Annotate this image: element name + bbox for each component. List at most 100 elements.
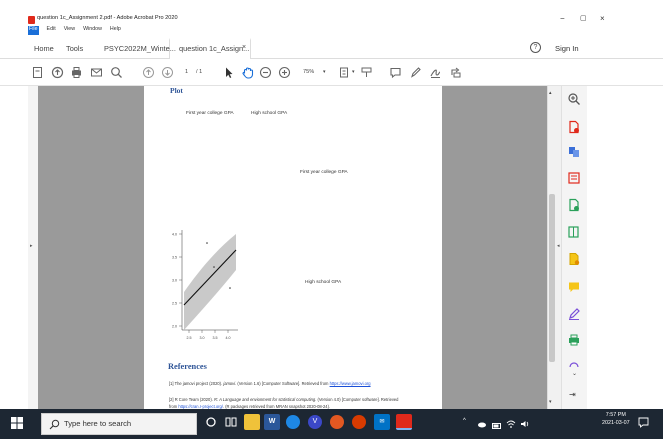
y-tick-label: 3.0 (172, 279, 177, 283)
menu-edit[interactable]: Edit (47, 26, 56, 35)
chevron-down-icon[interactable]: ▾ (323, 69, 326, 75)
x-tick-label: 4.0 (226, 336, 231, 340)
reference-1-text: [1] The jamovi project (2020). (169, 381, 223, 386)
matrix-diagonal-label-high-school-gpa: High school GPA (305, 280, 342, 285)
acrobat-app-icon (28, 16, 35, 24)
print-production-icon[interactable] (567, 333, 581, 347)
save-icon[interactable] (31, 66, 44, 79)
taskbar-clock[interactable]: 7:57 PM 2021-03-07 (602, 411, 630, 427)
edge-browser-icon[interactable] (286, 415, 300, 429)
close-window-button[interactable]: × (600, 14, 605, 23)
matrix-column-label-high-school-gpa: High school GPA (251, 111, 288, 116)
zoom-level-select[interactable]: 75% (303, 69, 314, 75)
file-explorer-icon[interactable] (244, 414, 260, 430)
print-icon[interactable] (70, 66, 83, 79)
reference-2-line-1: [2] R Core Team (2020). R: A Language an… (169, 397, 398, 402)
browser-app-icon[interactable] (352, 415, 366, 429)
tab-home[interactable]: Home (34, 44, 54, 53)
sign-in-link[interactable]: Sign In (555, 44, 579, 53)
cortana-icon[interactable] (203, 414, 219, 430)
scatter-plot-with-regression: 4.0 3.5 3.0 2.5 2.0 2.5 3.0 3.5 4.0 (172, 230, 238, 340)
menu-help[interactable]: Help (110, 26, 121, 35)
help-icon[interactable]: ? (530, 42, 541, 53)
combine-files-icon[interactable] (567, 145, 581, 159)
email-icon[interactable] (90, 66, 103, 79)
maximize-button[interactable]: ▢ (580, 14, 587, 22)
scroll-up-icon[interactable]: ▴ (549, 90, 552, 96)
zoom-icon[interactable] (567, 92, 581, 106)
data-point (206, 242, 208, 244)
upload-cloud-icon[interactable] (51, 66, 64, 79)
scroll-mode-icon[interactable] (360, 66, 373, 79)
comment-icon[interactable] (389, 66, 402, 79)
export-pdf-icon[interactable] (567, 225, 581, 239)
zoom-in-icon[interactable] (278, 66, 291, 79)
reference-2-title: R: A Language and envionment for statist… (213, 397, 317, 402)
minimize-button[interactable]: − (560, 14, 565, 23)
clock-date: 2021-03-07 (602, 420, 630, 426)
x-tick-label: 2.5 (187, 336, 192, 340)
menu-bar: File Edit View Window Help (28, 26, 121, 35)
next-page-icon[interactable] (161, 66, 174, 79)
edit-pdf-icon[interactable] (567, 198, 581, 212)
hand-tool-icon[interactable] (241, 66, 254, 79)
cloud-icon[interactable] (477, 416, 487, 434)
word-icon[interactable]: W (264, 414, 280, 430)
select-cursor-icon[interactable] (222, 66, 235, 79)
pen-icon[interactable] (409, 66, 422, 79)
x-tick-label: 3.5 (213, 336, 218, 340)
collapse-panel-icon[interactable]: ⇥ (569, 390, 576, 399)
volume-icon[interactable] (520, 416, 530, 434)
close-tab-icon[interactable]: × (242, 44, 246, 51)
fit-page-icon[interactable] (338, 66, 351, 79)
battery-icon[interactable] (492, 417, 502, 435)
tab-document-psyc2022m[interactable]: PSYC2022M_Winte... (104, 44, 176, 53)
reference-1-title: jamovi. (223, 381, 237, 386)
reference-1-text: (Version 1.6) [Computer Software]. Retri… (237, 381, 329, 386)
tab-document-question-1c[interactable]: question 1c_Assign... (179, 44, 249, 53)
confidence-band (184, 234, 236, 330)
menu-file[interactable]: File (28, 26, 39, 35)
matrix-column-label-first-year-college-gpa: First year college GPA (186, 111, 234, 116)
share-icon[interactable] (449, 66, 462, 79)
search-icon[interactable] (110, 66, 123, 79)
scroll-down-icon[interactable]: ▾ (549, 399, 552, 405)
organize-pages-icon[interactable] (567, 171, 581, 185)
firefox-icon[interactable] (330, 415, 344, 429)
notification-center-icon[interactable] (638, 415, 649, 433)
page-count: / 1 (196, 69, 203, 75)
create-pdf-icon[interactable] (567, 120, 581, 134)
wifi-icon[interactable] (506, 416, 516, 434)
taskbar-search-placeholder: Type here to search (64, 419, 132, 428)
scrollbar-thumb[interactable] (549, 194, 555, 362)
data-point (213, 266, 215, 268)
tab-tools[interactable]: Tools (66, 44, 83, 53)
previous-page-icon[interactable] (142, 66, 155, 79)
signature-tool-icon[interactable] (567, 307, 581, 321)
task-view-icon[interactable] (223, 414, 239, 430)
signature-icon[interactable] (429, 66, 442, 79)
expand-left-panel-icon[interactable]: ▸ (30, 243, 33, 249)
menu-window[interactable]: Window (83, 26, 102, 35)
vpn-app-icon[interactable]: V (308, 415, 322, 429)
y-tick-label: 4.0 (172, 233, 177, 237)
plot-heading: Plot (170, 86, 183, 95)
menu-view[interactable]: View (64, 26, 75, 35)
fill-sign-icon[interactable] (567, 252, 581, 266)
acrobat-taskbar-icon[interactable] (396, 414, 412, 430)
zoom-out-icon[interactable] (259, 66, 272, 79)
chevron-down-icon[interactable]: ⌄ (572, 370, 577, 377)
comment-tool-icon[interactable] (567, 280, 581, 294)
windows-start-icon[interactable] (11, 416, 23, 434)
window-title: question 1c_Assignment 2.pdf - Adobe Acr… (37, 15, 178, 21)
matrix-diagonal-label-first-year-college-gpa: First year college GPA (300, 170, 348, 175)
chevron-down-icon[interactable]: ▾ (352, 69, 355, 75)
collapse-right-panel-icon[interactable]: ◂ (557, 243, 560, 249)
reference-1-link[interactable]: https://www.jamovi.org (330, 381, 371, 386)
y-tick-label: 3.5 (172, 256, 177, 260)
show-hidden-icons-icon[interactable]: ^ (463, 418, 466, 424)
page-number-input[interactable]: 1 (185, 69, 188, 75)
reference-1: [1] The jamovi project (2020). jamovi. (… (169, 381, 371, 386)
outlook-icon[interactable]: ✉ (374, 414, 390, 430)
y-tick-label: 2.0 (172, 325, 177, 329)
